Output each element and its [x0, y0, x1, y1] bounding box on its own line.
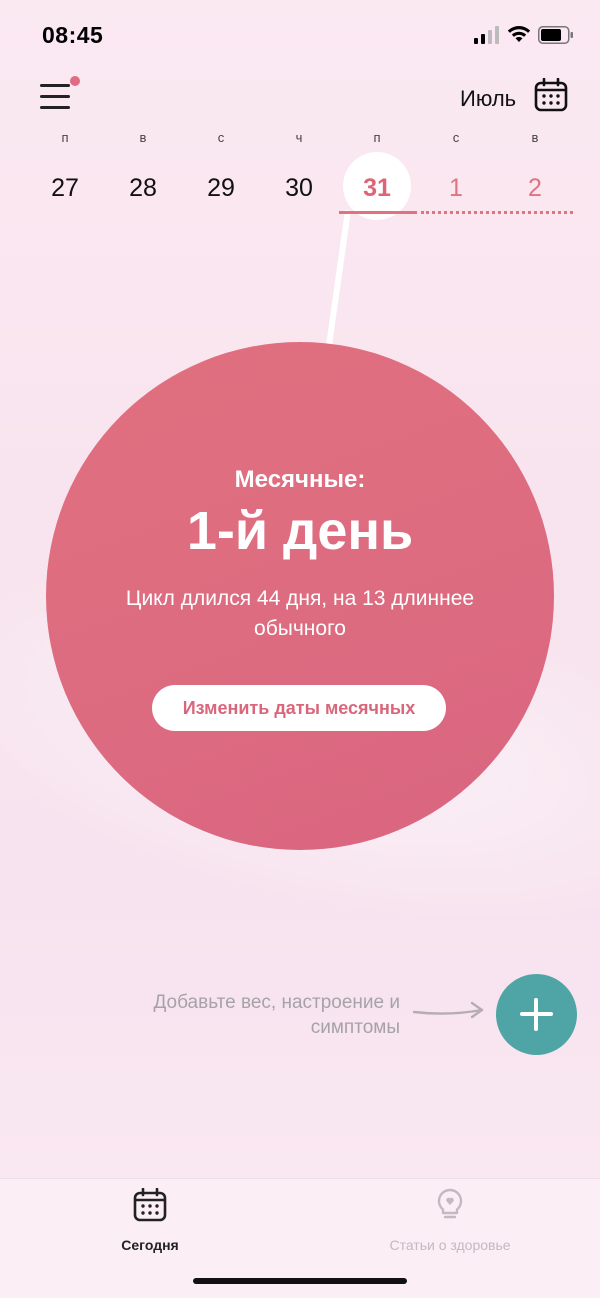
home-indicator — [193, 1278, 407, 1284]
cycle-phase-label: Месячные: — [234, 466, 366, 493]
day-of-week: ч — [295, 130, 303, 145]
day-of-week: в — [139, 130, 147, 145]
day-of-week: с — [452, 130, 460, 145]
day-number: 27 — [51, 174, 79, 202]
day-number: 29 — [207, 174, 235, 202]
day-cell[interactable]: с 29 — [182, 128, 260, 208]
day-number: 28 — [129, 174, 157, 202]
cellular-signal-icon — [474, 26, 499, 44]
menu-icon-line — [40, 106, 70, 109]
edit-period-dates-button[interactable]: Изменить даты месячных — [152, 685, 446, 731]
day-number: 2 — [528, 174, 542, 202]
period-line-current — [339, 211, 417, 214]
status-time: 08:45 — [42, 22, 104, 48]
today-connector — [325, 210, 351, 350]
day-of-week: п — [373, 130, 381, 145]
current-month[interactable]: Июль — [460, 86, 516, 112]
cycle-day: 1-й день — [186, 501, 414, 561]
day-of-week: с — [217, 130, 225, 145]
menu-icon-line — [40, 95, 70, 98]
add-button[interactable] — [496, 974, 577, 1055]
arrow-icon — [412, 1001, 484, 1019]
day-cell[interactable]: п 27 — [26, 128, 104, 208]
period-line-predicted — [421, 211, 573, 214]
plus-icon-stroke — [534, 998, 538, 1031]
day-cell[interactable]: в 2 — [496, 128, 574, 208]
wifi-icon — [507, 26, 531, 42]
status-bar: 08:45 — [0, 0, 600, 70]
day-number: 31 — [363, 174, 391, 202]
day-cell[interactable]: с 1 — [417, 128, 495, 208]
day-cell-today[interactable]: п 31 — [338, 128, 416, 208]
lightbulb-icon — [437, 1188, 463, 1219]
menu-icon — [40, 84, 70, 87]
calendar-icon — [133, 1187, 167, 1222]
cycle-info: Цикл длился 44 дня, на 13 длиннее обычно… — [125, 587, 475, 640]
notification-dot — [70, 76, 80, 86]
day-cell[interactable]: ч 30 — [260, 128, 338, 208]
tab-label: Сегодня — [121, 1237, 179, 1253]
tab-today[interactable]: Сегодня — [100, 1179, 200, 1253]
day-cell[interactable]: в 28 — [104, 128, 182, 208]
tab-health-articles[interactable]: Статьи о здоровье — [360, 1179, 540, 1253]
tab-label: Статьи о здоровье — [389, 1237, 511, 1253]
day-of-week: в — [531, 130, 539, 145]
calendar-icon[interactable] — [534, 78, 568, 112]
day-number: 30 — [285, 174, 313, 202]
menu-button[interactable] — [40, 76, 80, 112]
add-hint: Добавьте вес, настроение и симптомы — [153, 992, 400, 1038]
day-of-week: п — [61, 130, 69, 145]
day-number: 1 — [449, 174, 463, 202]
battery-icon — [538, 26, 573, 44]
